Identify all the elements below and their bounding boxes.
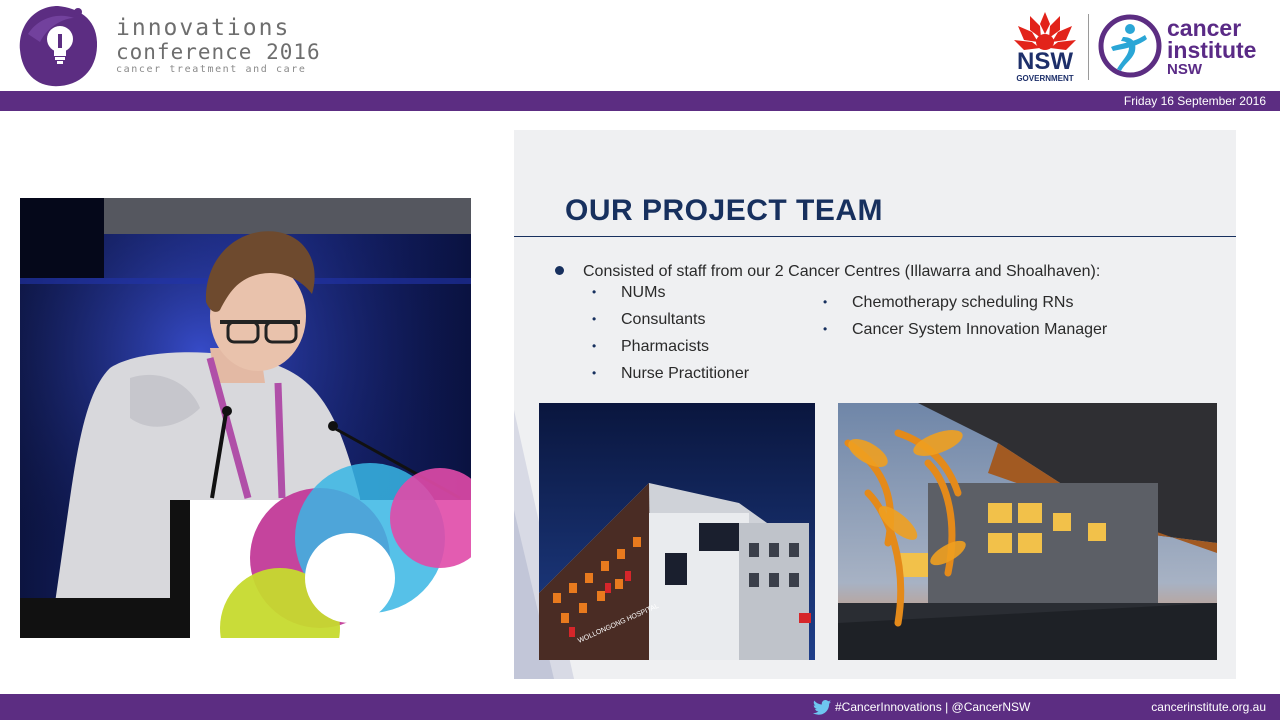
website-url: cancerinstitute.org.au	[1151, 700, 1266, 714]
team-member-item: Nurse Practitioner	[621, 365, 750, 382]
team-member-item: Chemotherapy scheduling RNs	[852, 294, 1074, 311]
sub-bullet-dot: •	[592, 312, 597, 326]
nsw-government-wordmark: NSW GOVERNMENT	[1012, 50, 1078, 84]
conference-header: innovations conference 2016 cancer treat…	[0, 0, 1280, 91]
nsw-government-word: GOVERNMENT	[1016, 74, 1074, 83]
bullet-dot	[555, 266, 564, 275]
cancer-word: cancer	[1167, 15, 1242, 41]
conference-title-line1: innovations	[116, 15, 291, 41]
sub-bullet-dot: •	[823, 322, 828, 336]
conference-title: innovations conference 2016 cancer treat…	[116, 16, 321, 76]
team-member-item: NUMs	[621, 284, 666, 301]
sub-bullet-dot: •	[592, 366, 597, 380]
cancer-institute-logo-icon	[1098, 14, 1162, 78]
team-member-item: Cancer System Innovation Manager	[852, 321, 1108, 338]
speaker-video	[20, 198, 471, 638]
main-bullet-text: Consisted of staff from our 2 Cancer Cen…	[583, 263, 1101, 280]
conference-title-line2: conference 2016	[116, 40, 321, 64]
date-bar: Friday 16 September 2016	[0, 91, 1280, 111]
speaker-image	[20, 198, 471, 638]
team-member-item: Consultants	[621, 311, 706, 328]
sub-bullet-dot: •	[823, 295, 828, 309]
video-frame: innovations conference 2016 cancer treat…	[0, 0, 1280, 720]
social-hashtags: #CancerInnovations | @CancerNSW	[835, 700, 1031, 714]
nsw-word: NSW	[1017, 48, 1073, 75]
hospital-photo: WOLLONGONG HOSPITAL	[539, 403, 815, 660]
team-member-item: Pharmacists	[621, 338, 710, 355]
logo-divider	[1088, 14, 1089, 80]
presentation-slide: OUR PROJECT TEAM Consisted of staff from…	[514, 130, 1236, 679]
cancer-centre-photo	[838, 403, 1217, 660]
sub-bullet-dot: •	[592, 339, 597, 353]
twitter-bird-icon	[813, 700, 831, 715]
conference-tagline: cancer treatment and care	[116, 64, 307, 75]
sub-bullet-dot: •	[592, 285, 597, 299]
title-underline	[514, 236, 1236, 237]
lightbulb-logo-icon	[19, 6, 98, 87]
cancer-institute-wordmark: cancer institute NSW	[1167, 17, 1256, 79]
slide-title: OUR PROJECT TEAM	[565, 194, 884, 227]
footer-bar: #CancerInnovations | @CancerNSW cancerin…	[0, 694, 1280, 720]
institute-word: institute	[1167, 37, 1257, 63]
institute-nsw-word: NSW	[1167, 61, 1202, 78]
event-date: Friday 16 September 2016	[1123, 94, 1266, 108]
